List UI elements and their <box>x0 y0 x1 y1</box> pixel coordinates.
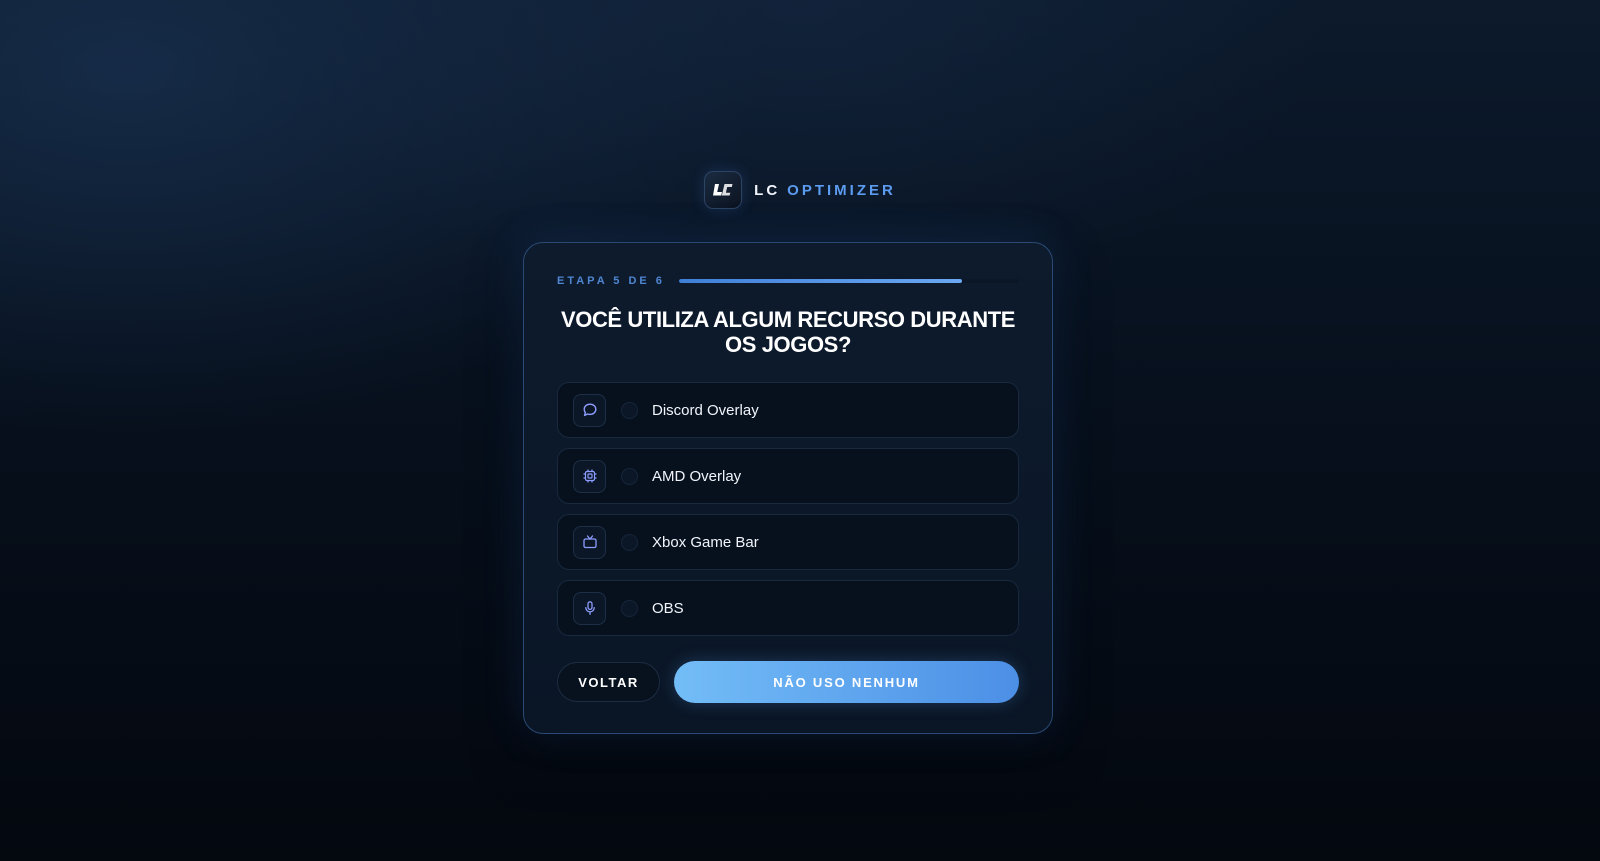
option-label: Discord Overlay <box>652 401 759 419</box>
option-radio[interactable] <box>621 401 638 419</box>
option-amd-overlay[interactable]: AMD Overlay <box>557 448 1019 504</box>
quiz-card: ETAPA 5 DE 6 VOCÊ UTILIZA ALGUM RECURSO … <box>523 242 1053 734</box>
option-label: OBS <box>652 599 684 617</box>
microphone-icon <box>573 591 606 625</box>
option-label: Xbox Game Bar <box>652 533 759 551</box>
option-radio[interactable] <box>621 599 638 617</box>
option-obs[interactable]: OBS <box>557 580 1019 636</box>
option-radio[interactable] <box>621 467 638 485</box>
chip-icon <box>573 459 606 493</box>
option-label: AMD Overlay <box>652 467 742 485</box>
option-radio[interactable] <box>621 533 638 551</box>
brand-name-primary: LC <box>754 181 781 199</box>
progress-bar <box>678 279 1019 283</box>
brand-name-secondary: OPTIMIZER <box>787 181 896 199</box>
progress-row: ETAPA 5 DE 6 <box>557 275 1019 287</box>
lc-logo-icon <box>704 171 743 209</box>
question-title: VOCÊ UTILIZA ALGUM RECURSO DURANTE OS JO… <box>560 307 1016 357</box>
actions-row: VOLTAR NÃO USO NENHUM <box>557 661 1019 703</box>
back-button[interactable]: VOLTAR <box>557 662 660 702</box>
chat-bubble-icon <box>573 393 606 427</box>
progress-bar-fill <box>678 279 963 283</box>
none-used-button[interactable]: NÃO USO NENHUM <box>674 661 1019 703</box>
brand-name: LC OPTIMIZER <box>754 182 896 199</box>
option-discord-overlay[interactable]: Discord Overlay <box>557 382 1019 438</box>
step-label: ETAPA 5 DE 6 <box>557 275 665 287</box>
brand-header: LC OPTIMIZER <box>0 171 1600 209</box>
option-xbox-game-bar[interactable]: Xbox Game Bar <box>557 514 1019 570</box>
options-list: Discord Overlay AMD Overlay Xbox Game Ba… <box>557 382 1019 636</box>
tv-icon <box>573 525 606 559</box>
